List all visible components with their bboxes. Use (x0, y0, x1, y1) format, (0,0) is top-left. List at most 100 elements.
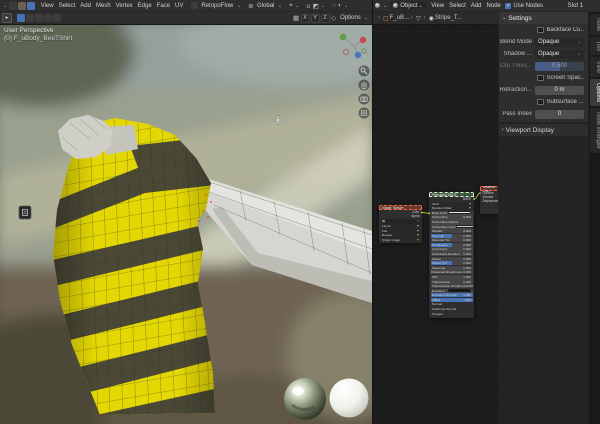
viewport-menu-item[interactable]: Mesh (96, 3, 111, 9)
pivot-dropdown[interactable]: ⌖ ⌄ (288, 2, 300, 10)
node-property-row[interactable]: Clearcoat 0.000 (431, 266, 473, 270)
viewport-menu-item[interactable]: Add (80, 3, 91, 9)
node-property-row[interactable]: IOR 1.450 (431, 275, 473, 279)
viewport-menu-item[interactable]: UV (175, 3, 183, 9)
sidebar-tab[interactable]: View (590, 57, 600, 77)
node-property-row[interactable]: Subsurface 0.000 (431, 215, 473, 219)
viewport-menu-item[interactable]: View (41, 3, 54, 9)
mode-dropdown-icon[interactable] (27, 2, 35, 10)
viewport-display-panel-header[interactable]: › Viewport Display (499, 124, 588, 136)
node-property-row[interactable]: Sheen 0.000 (431, 257, 473, 261)
axis-y-handle[interactable] (340, 34, 346, 40)
mirror-axis-button[interactable]: Z (321, 14, 330, 23)
shader-menu-item[interactable]: View (431, 3, 444, 9)
sidebar-tab[interactable]: Tool (590, 37, 600, 55)
viewport-menu-item[interactable]: Select (59, 3, 76, 9)
node-property-row[interactable]: Transmission 0.000 (431, 279, 473, 283)
node-property-row[interactable]: Clearcoat Roughness 0.030 (431, 270, 473, 274)
node-property-row[interactable]: Metallic 0.000 (431, 229, 473, 233)
mirror-axis-button[interactable]: X (301, 14, 310, 23)
overlay-toggle-button[interactable] (53, 14, 61, 22)
breadcrumb-material[interactable]: Stripe_T... (435, 15, 462, 21)
viewport-menu-item[interactable]: Vertex (116, 3, 133, 9)
pass-index-field[interactable]: 0 (535, 110, 584, 119)
image-datablock-selector[interactable]: ▦ × (381, 219, 421, 224)
viewport-canvas[interactable]: User Perspective (0) F_uBody_BeeTShirt (0, 25, 372, 424)
breadcrumb-object[interactable]: F_uB... (390, 15, 409, 21)
node-property-row[interactable]: Normal (431, 302, 473, 306)
node-dropdown-row[interactable]: Single Image (381, 238, 421, 242)
subsurface-translucency-checkbox[interactable] (537, 99, 544, 106)
retopoflow-dropdown[interactable]: RetopoFlow ⌄ (191, 2, 242, 9)
node-property-row[interactable]: Alpha 1.000 (431, 298, 473, 302)
node-canvas[interactable]: Image Texture ColorAlpha ▦ × Linear (373, 25, 498, 424)
editor-type-icon[interactable] (9, 2, 17, 10)
node-property-row[interactable]: Emission Strength 1.000 (431, 293, 473, 297)
active-tool-button[interactable]: ▸ (2, 13, 12, 23)
node-property-row[interactable]: Sheen Tint 0.500 (431, 261, 473, 265)
use-nodes-checkbox[interactable]: ✓ (505, 3, 511, 9)
node-dropdown-row[interactable]: Flat (381, 229, 421, 233)
camera-view-button[interactable] (359, 94, 370, 105)
material-slot-label[interactable]: Slot 1 (568, 3, 583, 9)
refraction-depth-field[interactable]: 0 m (535, 86, 584, 95)
node-property-row[interactable]: Clearcoat Normal (431, 307, 473, 311)
image-texture-node[interactable]: Image Texture ColorAlpha ▦ × Linear (379, 205, 422, 243)
edge-select-mode-button[interactable] (26, 14, 34, 22)
viewport-menu-item[interactable]: Face (157, 3, 170, 9)
shader-menu-item[interactable]: Select (449, 3, 466, 9)
node-property-row[interactable]: Subsurface Radius (431, 220, 473, 224)
xray-toggle-button[interactable] (44, 14, 52, 22)
sidebar-tab[interactable]: Options (590, 79, 600, 106)
node-output-socket[interactable]: BSDF (429, 197, 474, 201)
node-property-row[interactable]: Subsurface Color (431, 224, 473, 228)
settings-panel-header[interactable]: ⌄ Settings (499, 12, 588, 24)
proportional-edit-controls[interactable]: ○ ◐ ⌄ (331, 2, 349, 9)
node-property-row[interactable]: Base Color (431, 211, 473, 215)
shader-editor-icon[interactable] (375, 3, 380, 8)
node-property-row[interactable]: GGX (431, 202, 473, 206)
sidebar-tab[interactable]: Node (590, 14, 600, 35)
principled-bsdf-node[interactable]: Principled BSDF BSDF GGX (429, 192, 474, 318)
material-output-node[interactable]: Material Out... SurfaceVolumeDisplacemen… (480, 186, 498, 214)
editor-type-caret-icon[interactable]: ⌄ (3, 3, 7, 9)
node-property-row[interactable]: Specular 0.500 (431, 234, 473, 238)
shadow-mode-dropdown[interactable]: Opaque ⌄ (535, 50, 584, 59)
backface-culling-checkbox[interactable] (537, 27, 544, 34)
node-property-row[interactable]: Random Walk (431, 206, 473, 210)
node-property-row[interactable]: Anisotropic 0.000 (431, 247, 473, 251)
zoom-button[interactable] (359, 66, 370, 77)
perspective-toggle-button[interactable] (359, 108, 370, 119)
axis-z-handle[interactable] (355, 52, 361, 58)
orientation-dropdown[interactable]: ⊕ Global ⌄ (247, 2, 283, 10)
shader-target-dropdown[interactable]: Object ⌄ (390, 1, 427, 10)
node-property-row[interactable]: Tangent (431, 311, 473, 315)
mirror-axis-button[interactable]: Y (311, 14, 320, 23)
viewport-3d[interactable]: ⌄ View Select Add Mesh Vertex Edge Face UV Reto… (0, 0, 372, 424)
clip-threshold-slider[interactable]: 0.500 (535, 62, 584, 71)
face-select-mode-button[interactable] (35, 14, 43, 22)
sidebar-tab[interactable]: Node Wrangler (590, 108, 600, 153)
vertex-select-mode-button[interactable] (17, 14, 25, 22)
options-dropdown[interactable]: Options (340, 15, 361, 21)
node-input-socket[interactable]: Vector (379, 242, 422, 243)
viewport-menu-item[interactable]: Edge (138, 3, 152, 9)
axis-x-handle[interactable] (360, 37, 366, 43)
close-icon[interactable]: × (417, 219, 419, 223)
node-property-row[interactable]: Anisotropic Rotation 0.000 (431, 252, 473, 256)
node-property-row[interactable]: Emission (431, 289, 473, 293)
node-property-row[interactable]: Roughness 0.500 (431, 243, 473, 247)
node-dropdown-row[interactable]: Linear (381, 224, 421, 228)
pan-button[interactable] (359, 80, 370, 91)
blend-mode-dropdown[interactable]: Opaque ⌄ (535, 38, 584, 47)
shader-menu-item[interactable]: Add (471, 3, 482, 9)
shader-menu-item[interactable]: Node (487, 3, 501, 9)
node-dropdown-row[interactable]: Repeat (381, 233, 421, 237)
node-input-socket[interactable]: Displacement (480, 199, 498, 203)
mesh-data-icon[interactable] (18, 2, 26, 10)
snap-controls[interactable]: ∪ ◩ ⌄ (305, 2, 326, 10)
node-output-socket[interactable]: Alpha (379, 214, 422, 218)
node-property-row[interactable]: Transmission Roughness 0.000 (431, 284, 473, 288)
annotation-badge[interactable] (19, 206, 31, 219)
screen-space-refraction-checkbox[interactable] (537, 75, 544, 82)
